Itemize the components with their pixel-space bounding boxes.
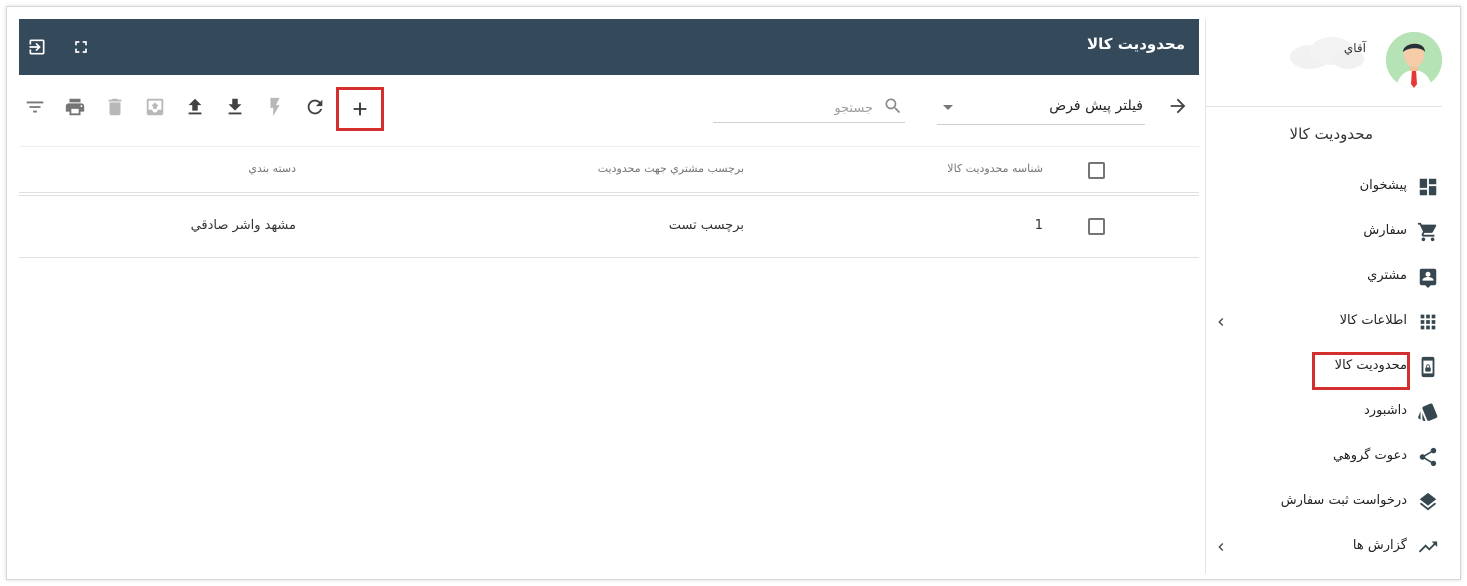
user-name: آقاي: [1343, 41, 1366, 55]
download-icon[interactable]: [220, 92, 250, 122]
sidebar: آقاي محدوديت کالا پيشخوان سفارش مشتري اط…: [1205, 19, 1442, 574]
cart-icon: [1417, 221, 1439, 243]
sidebar-item-label: سفارش: [1363, 223, 1407, 238]
add-button[interactable]: [336, 87, 384, 131]
sidebar-item-product-info[interactable]: اطلاعات کالا: [1205, 304, 1441, 340]
sidebar-item-label: مشتري: [1367, 268, 1407, 283]
layers-icon: [1417, 491, 1439, 513]
exit-to-app-icon[interactable]: [23, 33, 51, 61]
user-profile: آقاي: [1206, 19, 1442, 107]
sidebar-item-product-restriction[interactable]: محدوديت کالا: [1205, 349, 1441, 390]
cell-id: 1: [1034, 218, 1043, 233]
add-icon: [349, 98, 371, 120]
avatar[interactable]: [1386, 32, 1442, 88]
table-row[interactable]: 1 برچسب تست مشهد واشر صادقي: [19, 196, 1199, 258]
sidebar-item-label: داشبورد: [1364, 403, 1407, 418]
dashboard-icon: [1417, 176, 1439, 198]
page-header: محدوديت کالا: [19, 19, 1199, 75]
sidebar-section-title: محدوديت کالا: [1289, 125, 1373, 143]
cards-icon: [1417, 401, 1439, 423]
filter-select-value: فيلتر پيش فرض: [1049, 98, 1143, 114]
archive-icon[interactable]: [140, 92, 170, 122]
search-input[interactable]: [713, 97, 873, 119]
dropdown-arrow-icon: [943, 105, 953, 110]
data-table: شناسه محدوديت کالا برچسب مشتري جهت محدود…: [19, 146, 1199, 258]
column-header-label: برچسب مشتري جهت محدوديت: [597, 162, 744, 175]
fullscreen-icon[interactable]: [67, 33, 95, 61]
filter-list-icon[interactable]: [20, 92, 50, 122]
column-header-category: دسته بندي: [248, 162, 296, 175]
search-field[interactable]: [713, 93, 905, 123]
trending-up-icon: [1417, 536, 1439, 558]
row-checkbox[interactable]: [1088, 218, 1105, 235]
sidebar-item-order-request[interactable]: درخواست ثبت سفارش: [1205, 484, 1441, 520]
flash-icon[interactable]: [260, 92, 290, 122]
contact-icon: [1417, 266, 1439, 288]
table-header: شناسه محدوديت کالا برچسب مشتري جهت محدود…: [19, 146, 1199, 196]
sidebar-item-label: اطلاعات کالا: [1339, 313, 1407, 328]
sidebar-item-label: گزارش ها: [1352, 538, 1407, 553]
sidebar-item-order[interactable]: سفارش: [1205, 214, 1441, 250]
refresh-icon[interactable]: [300, 92, 330, 122]
cell-category: مشهد واشر صادقي: [190, 218, 296, 233]
sidebar-item-group-invite[interactable]: دعوت گروهي: [1205, 439, 1441, 475]
main-panel: محدوديت کالا جستجو فيلتر پيش فرض شناسه م…: [19, 19, 1199, 574]
search-icon: [883, 96, 905, 118]
sidebar-item-label: دعوت گروهي: [1333, 448, 1407, 463]
apps-grid-icon: [1417, 311, 1439, 333]
sidebar-item-dashboard[interactable]: پيشخوان: [1205, 169, 1441, 205]
toolbar: فيلتر پيش فرض: [19, 75, 1199, 139]
sidebar-item-label: محدوديت کالا: [1334, 358, 1407, 373]
arrow-forward-icon[interactable]: [1167, 95, 1191, 119]
share-icon: [1417, 446, 1439, 468]
sidebar-item-reports[interactable]: گزارش ها: [1205, 529, 1441, 565]
page-title: محدوديت کالا: [1086, 35, 1185, 53]
select-all-checkbox[interactable]: [1088, 162, 1105, 179]
sidebar-item-customer[interactable]: مشتري: [1205, 259, 1441, 295]
sidebar-item-label: پيشخوان: [1359, 178, 1407, 193]
chevron-left-icon[interactable]: [1213, 314, 1229, 330]
filter-select[interactable]: فيلتر پيش فرض: [937, 95, 1145, 125]
upload-icon[interactable]: [180, 92, 210, 122]
delete-icon[interactable]: [100, 92, 130, 122]
chevron-left-icon[interactable]: [1213, 539, 1229, 555]
cell-label: برچسب تست: [668, 218, 744, 233]
column-header-id: شناسه محدوديت کالا: [947, 162, 1043, 175]
print-icon[interactable]: [60, 92, 90, 122]
lock-phone-icon: [1417, 356, 1439, 378]
sidebar-item-dashboard-board[interactable]: داشبورد: [1205, 394, 1441, 430]
sidebar-item-label: درخواست ثبت سفارش: [1280, 493, 1407, 508]
